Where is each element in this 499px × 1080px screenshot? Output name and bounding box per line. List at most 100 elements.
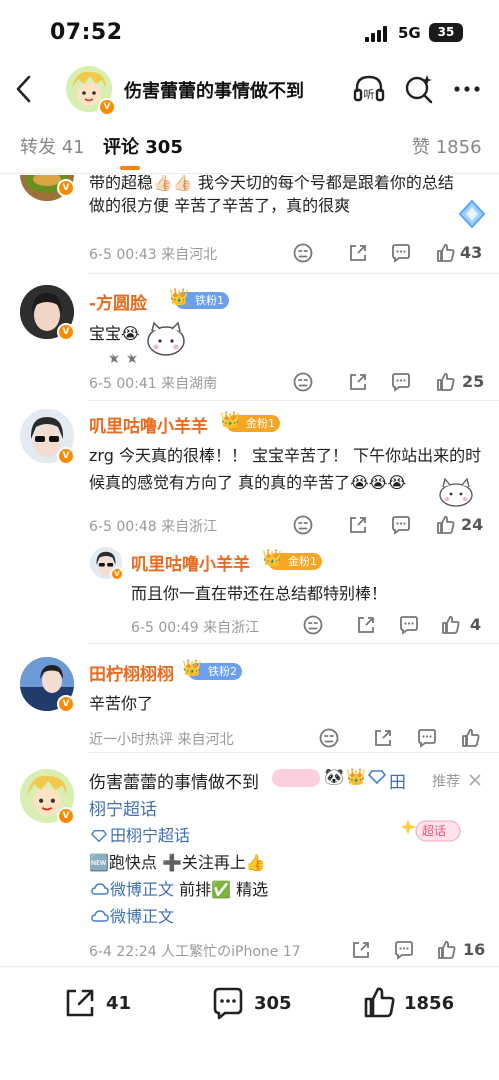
supertopic-link[interactable]: 栩宁超话 [89,795,157,820]
supertopic-link[interactable]: 田 [389,768,406,793]
comment-actions [318,727,488,751]
comment-text-line: 候真的感觉有方向了 真的真的辛苦了😭😭😭 [89,473,407,492]
like-icon[interactable] [460,727,482,749]
comment-meta: 6-5 00:48 来自浙江 [89,519,218,535]
commenter-name[interactable]: 叽里咕噜小羊羊 [131,550,250,575]
status-time: 07:52 [50,20,123,45]
tab-active-indicator [120,166,140,170]
close-icon[interactable] [468,773,482,787]
comment-meta: 6-4 22:24 人工繁忙のiPhone 17 [89,944,301,960]
share-icon[interactable] [347,514,369,536]
comment-text-line: zrg 今天真的很棒！！ 宝宝辛苦了！ 下午你站出来的时 [89,446,482,465]
reply-item: V 叽里咕噜小羊羊 👑 金粉1 而且你一直在带还在总结都特别棒！ 6-5 00:4… [0,547,499,637]
comment-text-line: 微博正文 前排✅ 精选 [110,876,268,903]
like-icon[interactable] [435,242,457,264]
like-icon[interactable] [435,514,457,536]
comment-divider [88,273,499,274]
comment-item: V 伤害蕾蕾的事情做不到 🐼 👑 田 推荐 栩宁超话 田栩宁超话 🆕跑快点 ➕关… [0,765,499,965]
reply-icon[interactable] [390,371,412,393]
reply-icon[interactable] [393,939,415,961]
reply-icon[interactable] [390,242,412,264]
battery-indicator: 35 [429,23,463,42]
fan-badge-label: 铁粉2 [208,665,237,678]
fan-badge: 👑 金粉1 [262,549,322,570]
supertopic-link[interactable]: 田栩宁超话 [110,822,190,849]
comment-actions [292,514,482,538]
comment-actions [302,614,492,638]
more-icon[interactable] [450,72,484,106]
like-icon[interactable] [436,939,458,961]
comment-divider [88,643,499,644]
verified-badge-icon: V [110,567,124,581]
comment-meta: 近一小时热评 来自河北 [89,732,234,748]
dislike-icon[interactable] [292,514,314,536]
like-icon[interactable] [440,614,462,636]
weibo-post-link[interactable]: 微博正文 [110,880,174,899]
like-count: 1856 [404,993,455,1014]
comment-item: V 叽里咕噜小羊羊 👑 金粉1 zrg 今天真的很棒！！ 宝宝辛苦了！ 下午你站出… [0,409,499,539]
crown-icon: 👑 [346,767,366,786]
status-bar: 07:52 5G 35 [0,0,499,64]
comment-text: 辛苦你了 [89,694,154,713]
comment-text-line: 做的很方便 辛苦了辛苦了，真的很爽 [89,196,351,215]
reply-icon[interactable] [416,727,438,749]
back-icon[interactable] [12,74,36,104]
like-count: 43 [460,243,483,262]
reply-text: 而且你一直在带还在总结都特别棒！ [131,584,388,603]
commenter-name[interactable]: 伤害蕾蕾的事情做不到 [89,768,259,793]
dislike-icon[interactable] [292,371,314,393]
dislike-icon[interactable] [292,242,314,264]
tab-likes[interactable]: 赞 1856 [412,133,482,159]
like-button[interactable]: 1856 [362,985,472,1021]
super-topic-label: 超话 [422,824,447,838]
repost-button[interactable]: 41 [62,985,142,1021]
comment-list: V 带的超稳👍🏻👍🏻 我今天切的每个号都是跟着你的总结 做的很方便 辛苦了辛苦了… [0,175,499,965]
comment-item: V 带的超稳👍🏻👍🏻 我今天切的每个号都是跟着你的总结 做的很方便 辛苦了辛苦了… [0,175,499,275]
share-icon[interactable] [372,727,394,749]
verified-badge-icon: V [57,447,75,465]
share-icon[interactable] [347,242,369,264]
like-icon[interactable] [435,371,457,393]
listen-icon-label: 听 [364,88,375,101]
search-sparkle-icon[interactable] [402,72,436,106]
comment-button[interactable]: 305 [210,985,310,1021]
weibo-post-link[interactable]: 微博正文 [110,903,174,930]
share-icon[interactable] [350,939,372,961]
fan-badge-label: 金粉1 [288,555,317,568]
comment-item: V -方圆脸 👑 铁粉1 宝宝😭 6-5 00:41 来自湖南 25 [0,285,499,405]
diamond-icon [368,770,386,784]
signal-icon [365,26,387,42]
verified-badge-icon: V [57,179,75,197]
comment-item: V 田柠栩栩栩 👑 铁粉2 辛苦你了 近一小时热评 来自河北 [0,657,499,757]
fan-badge: 👑 铁粉1 [169,288,229,309]
comment-divider [88,400,499,401]
comment-count: 305 [254,993,292,1014]
commenter-name[interactable]: 叽里咕噜小羊羊 [89,412,208,437]
tab-comments[interactable]: 评论 305 [103,133,183,159]
share-icon[interactable] [347,371,369,393]
commenter-name[interactable]: -方圆脸 [89,289,147,314]
dislike-icon[interactable] [302,614,324,636]
fan-badge: 👑 金粉1 [220,411,280,432]
recommend-label: 推荐 [432,774,460,790]
listen-icon[interactable]: 听 [352,72,386,106]
crown-icon: 👑 [169,287,189,306]
repost-icon [66,989,94,1017]
diamond-icon [91,829,107,843]
crown-icon: 👑 [182,658,202,677]
dislike-icon[interactable] [318,727,340,749]
verified-badge-icon: V [98,98,116,116]
fan-badge-label: 铁粉1 [195,294,224,307]
reply-icon[interactable] [390,514,412,536]
reply-icon[interactable] [398,614,420,636]
crown-icon: 👑 [262,548,282,567]
comment-actions [292,242,482,266]
comment-icon [213,987,243,1020]
share-icon[interactable] [355,614,377,636]
diamond-sticker-icon [458,199,486,229]
network-label: 5G [398,24,421,42]
commenter-name[interactable]: 田柠栩栩栩 [89,660,174,685]
cloud-icon [91,910,109,922]
tab-reposts[interactable]: 转发 41 [20,133,85,159]
cloud-icon [91,883,109,895]
